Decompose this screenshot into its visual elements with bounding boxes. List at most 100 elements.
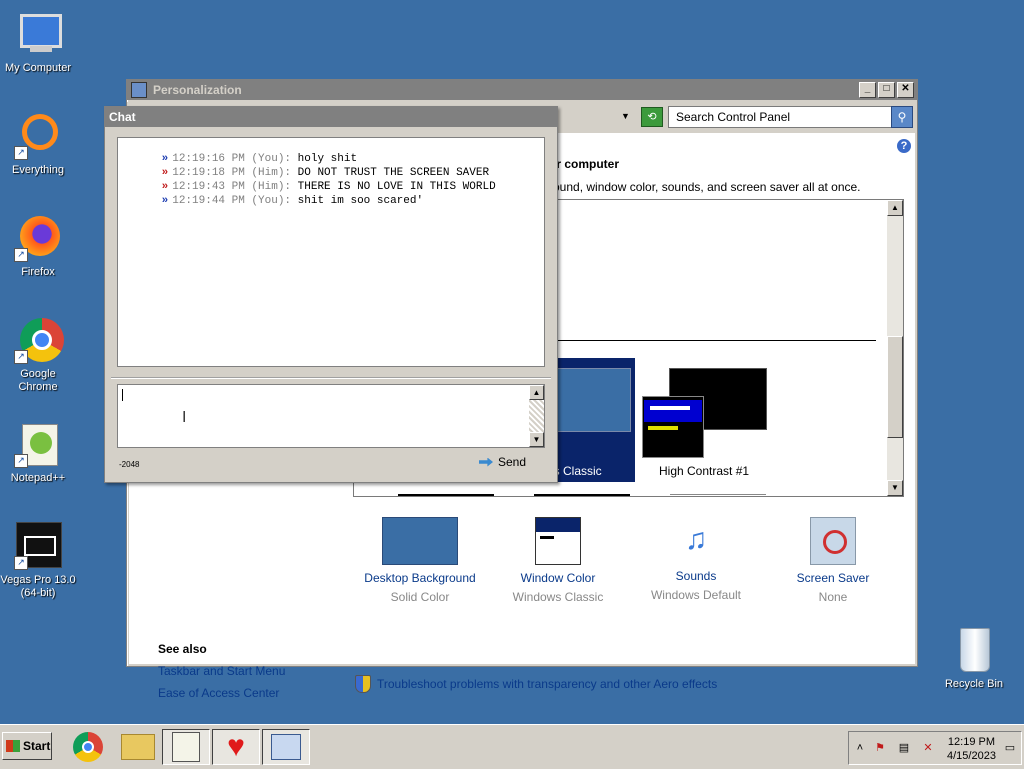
chat-input[interactable]: I ▲ ▼ (117, 384, 545, 448)
window-color-icon (535, 517, 581, 565)
sounds-shortcut[interactable]: ♫ Sounds Windows Default (626, 517, 766, 602)
shortcut-title: Window Color (520, 571, 596, 585)
message-timestamp: 12:19:18 PM (Him): (172, 167, 292, 179)
char-count: -2048 (119, 460, 140, 469)
screen-saver-icon (810, 517, 856, 565)
desktop-icon-label: My Computer (4, 62, 72, 74)
desktop-icon-label: Notepad++ (10, 472, 66, 484)
message-text: DO NOT TRUST THE SCREEN SAVER (297, 167, 490, 179)
i-beam-cursor-icon: I (182, 408, 187, 426)
preview-highlight (648, 426, 678, 430)
notepad-plus-plus-icon: ↗ (14, 420, 62, 468)
maximize-button[interactable]: □ (878, 82, 895, 98)
search-input[interactable]: Search Control Panel (668, 106, 899, 128)
search-button[interactable]: ⚲ (891, 106, 913, 128)
desktop-icon-my-computer[interactable]: My Computer (0, 10, 76, 75)
shortcut-title: Sounds (675, 569, 717, 583)
theme-preview (549, 368, 631, 432)
control-panel-icon (131, 82, 147, 98)
help-icon[interactable]: ? (897, 139, 911, 153)
see-also-link-taskbar[interactable]: Taskbar and Start Menu (158, 664, 285, 678)
shortcut-title: Screen Saver (796, 571, 870, 585)
action-center-flag-icon[interactable]: ⚑ (873, 741, 887, 755)
desktop-icon-vegas-pro[interactable]: ↗ Vegas Pro 13.0 (64-bit) (0, 522, 76, 600)
troubleshoot-label: Troubleshoot problems with transparency … (377, 677, 718, 691)
vegas-pro-icon: ↗ (14, 522, 62, 570)
send-label: Send (498, 455, 527, 469)
taskbar-chrome[interactable] (64, 729, 112, 765)
troubleshoot-link[interactable]: Troubleshoot problems with transparency … (355, 675, 717, 693)
close-button[interactable]: ✕ (897, 82, 914, 98)
volume-muted-icon[interactable]: ✕ (921, 741, 935, 755)
desktop-icon-label: Vegas Pro 13.0 (64-bit) (0, 574, 76, 599)
send-arrow-icon (479, 457, 493, 467)
clock-date: 4/15/2023 (947, 750, 996, 762)
clock-time: 12:19 PM (947, 736, 996, 748)
shortcut-value: Windows Classic (512, 590, 604, 604)
taskbar-explorer[interactable] (114, 729, 162, 765)
refresh-button[interactable]: ⟲ (641, 107, 663, 127)
shortcut-arrow-icon: ↗ (14, 146, 28, 160)
page-heading: ur computer (549, 157, 620, 171)
start-label: Start (23, 739, 51, 753)
network-icon[interactable]: ▤ (897, 741, 911, 755)
chat-input-scrollbar[interactable]: ▲ ▼ (529, 385, 544, 447)
preview-title-bar (644, 400, 702, 422)
chat-log[interactable]: » 12:19:16 PM (You): holy shit » 12:19:18 … (117, 137, 545, 367)
message-text: THERE IS NO LOVE IN THIS WORLD (297, 181, 496, 193)
tray-expand-icon[interactable]: ˄ (853, 741, 867, 755)
desktop-icon-notepad-plus-plus[interactable]: ↗ Notepad++ (0, 420, 76, 485)
taskbar-notepad-plus-plus[interactable] (162, 729, 210, 765)
window-color-shortcut[interactable]: Window Color Windows Classic (488, 517, 628, 604)
shortcut-value: None (818, 590, 848, 604)
scroll-up-button[interactable]: ▲ (887, 200, 903, 216)
show-desktop-icon[interactable]: ▭ (1003, 741, 1017, 755)
page-subheading: round, window color, sounds, and screen … (549, 180, 861, 194)
scroll-down-button[interactable]: ▼ (529, 432, 544, 447)
scroll-thumb[interactable] (887, 336, 903, 438)
desktop-icon-label: Recycle Bin (944, 678, 1004, 690)
shortcut-value: Windows Default (650, 588, 742, 602)
theme-label: High Contrast #1 (659, 464, 750, 478)
taskbar-chat-app[interactable]: ♥ (212, 729, 260, 765)
send-button[interactable]: Send (479, 455, 526, 469)
taskbar-control-panel[interactable] (262, 729, 310, 765)
recycle-bin-icon (950, 626, 998, 674)
see-also-link-ease-of-access[interactable]: Ease of Access Center (158, 686, 285, 700)
message-timestamp: 12:19:44 PM (You): (172, 195, 292, 207)
start-button[interactable]: Start (2, 732, 52, 760)
heart-icon: ♥ (227, 730, 245, 763)
desktop-icon-chrome[interactable]: ↗ Google Chrome (0, 316, 76, 394)
shield-icon (355, 675, 371, 693)
shortcut-arrow-icon: ↗ (14, 556, 28, 570)
chrome-icon (73, 732, 103, 762)
chat-window[interactable]: Chat » 12:19:16 PM (You): holy shit » 12:1… (104, 106, 558, 483)
system-tray: ˄ ⚑ ▤ ✕ 12:19 PM 4/15/2023 ▭ (848, 731, 1022, 765)
chat-title: Chat (109, 110, 136, 124)
desktop-icon-recycle-bin[interactable]: Recycle Bin (936, 626, 1012, 691)
message-arrow-icon: » (161, 167, 169, 179)
shortcut-title: Desktop Background (364, 571, 476, 585)
desktop-background-shortcut[interactable]: Desktop Background Solid Color (350, 517, 490, 604)
screen-saver-shortcut[interactable]: Screen Saver None (763, 517, 903, 604)
theme-list-scrollbar[interactable]: ▲ ▼ (887, 200, 903, 496)
folder-icon (121, 734, 155, 760)
address-dropdown-icon[interactable]: ▼ (621, 111, 630, 121)
message-timestamp: 12:19:43 PM (Him): (172, 181, 292, 193)
desktop-icon-everything[interactable]: ↗ Everything (0, 112, 76, 177)
message-text: shit im soo scared' (297, 195, 424, 207)
computer-icon (14, 10, 62, 58)
chat-title-bar[interactable]: Chat (105, 107, 557, 127)
chrome-icon: ↗ (14, 316, 64, 364)
search-icon: ⚲ (897, 110, 907, 124)
windows-logo-icon (6, 740, 20, 752)
desktop-icon-label: Firefox (21, 266, 55, 278)
scroll-up-button[interactable]: ▲ (529, 385, 544, 400)
clock[interactable]: 12:19 PM 4/15/2023 (947, 735, 996, 763)
title-bar[interactable]: Personalization (127, 80, 917, 100)
message-arrow-icon: » (161, 153, 169, 165)
divider (111, 377, 551, 379)
scroll-down-button[interactable]: ▼ (887, 480, 903, 496)
minimize-button[interactable]: _ (859, 82, 876, 98)
desktop-icon-firefox[interactable]: ↗ Firefox (0, 214, 76, 279)
